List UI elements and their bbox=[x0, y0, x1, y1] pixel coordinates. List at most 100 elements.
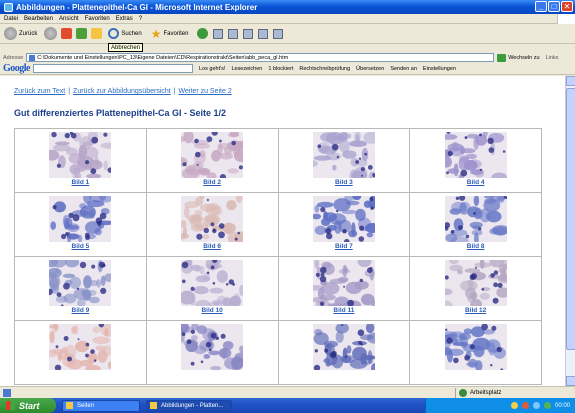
cytology-thumbnail[interactable] bbox=[49, 260, 112, 306]
tray-icon[interactable] bbox=[510, 402, 518, 409]
image-caption-link[interactable]: Bild 4 bbox=[410, 179, 541, 186]
home-icon[interactable] bbox=[91, 28, 103, 39]
link-back-to-text[interactable]: Zurück zum Text bbox=[14, 88, 65, 95]
cytology-thumbnail[interactable] bbox=[181, 196, 244, 242]
minimize-button[interactable]: _ bbox=[535, 1, 547, 12]
menu-item-ansicht[interactable]: Ansicht bbox=[59, 16, 79, 22]
refresh-icon[interactable] bbox=[76, 28, 88, 39]
image-caption-link[interactable]: Bild 11 bbox=[279, 307, 410, 314]
vertical-scrollbar[interactable] bbox=[565, 76, 575, 386]
start-button[interactable]: Start bbox=[0, 398, 56, 413]
print-icon[interactable] bbox=[228, 28, 239, 39]
image-caption-link[interactable]: Bild 10 bbox=[147, 307, 278, 314]
link-overview[interactable]: Zurück zur Abbildungsübersicht bbox=[73, 88, 171, 95]
translate-button[interactable]: Übersetzen bbox=[356, 66, 384, 72]
cytology-thumbnail[interactable] bbox=[181, 260, 244, 306]
tray-icon[interactable] bbox=[521, 402, 529, 409]
google-logo[interactable]: Google bbox=[3, 63, 31, 74]
cytology-thumbnail[interactable] bbox=[444, 132, 507, 178]
scroll-up-button[interactable] bbox=[566, 76, 575, 86]
google-go-button[interactable]: Los geht's! bbox=[199, 66, 225, 72]
tray-icon[interactable] bbox=[532, 402, 540, 409]
cytology-thumbnail[interactable] bbox=[49, 196, 112, 242]
cytology-thumbnail[interactable] bbox=[312, 324, 375, 370]
favorites-star-icon[interactable]: ★ bbox=[151, 28, 162, 40]
send-to-button[interactable]: Senden an bbox=[390, 66, 417, 72]
cytology-thumbnail[interactable] bbox=[444, 260, 507, 306]
taskbar-item-browser[interactable]: Abbildungen - Platten... bbox=[146, 399, 232, 412]
scroll-thumb[interactable] bbox=[566, 88, 575, 350]
maximize-button[interactable]: □ bbox=[548, 1, 560, 12]
image-caption-link[interactable]: Bild 6 bbox=[147, 243, 278, 250]
popup-blocked-button[interactable]: 1 blockiert bbox=[268, 66, 293, 72]
search-icon[interactable] bbox=[108, 28, 120, 39]
cytology-thumbnail[interactable] bbox=[181, 324, 244, 370]
folder-icon[interactable] bbox=[258, 28, 269, 39]
cytology-thumbnail[interactable] bbox=[312, 196, 375, 242]
back-label[interactable]: Zurück bbox=[19, 31, 37, 37]
bookmarks-button[interactable]: Lesezeichen bbox=[231, 66, 262, 72]
cytology-thumbnail[interactable] bbox=[49, 324, 112, 370]
link-next-page[interactable]: Weiter zu Seite 2 bbox=[179, 88, 232, 95]
edit-icon[interactable] bbox=[243, 28, 254, 39]
image-caption-link[interactable]: Bild 12 bbox=[410, 307, 541, 314]
forward-arrow-icon[interactable] bbox=[44, 27, 58, 40]
page-content: Zurück zum Text | Zurück zur Abbildungsübe… bbox=[0, 76, 565, 386]
title-bar[interactable]: Abbildungen - Plattenepithel-Ca GI - Mic… bbox=[0, 0, 575, 14]
scroll-down-button[interactable] bbox=[566, 376, 575, 386]
settings-button[interactable]: Einstellungen bbox=[423, 66, 456, 72]
menu-item-favoriten[interactable]: Favoriten bbox=[85, 16, 110, 22]
cytology-thumbnail[interactable] bbox=[444, 324, 507, 370]
address-value: C:\Dokumente und Einstellungen\PC_13\Eig… bbox=[37, 54, 289, 61]
taskbar-label: Abbildungen - Platten... bbox=[161, 402, 224, 409]
links-button[interactable]: Links bbox=[546, 55, 559, 61]
go-button[interactable]: Wechseln zu bbox=[497, 53, 540, 62]
image-caption-link[interactable]: Bild 8 bbox=[410, 243, 541, 250]
image-caption-link[interactable]: Bild 2 bbox=[147, 179, 278, 186]
tray-icon[interactable] bbox=[543, 402, 551, 409]
windows-flag-icon bbox=[6, 401, 15, 410]
cytology-thumbnail[interactable] bbox=[312, 132, 375, 178]
status-page-icon bbox=[3, 388, 11, 397]
address-input[interactable]: C:\Dokumente und Einstellungen\PC_13\Eig… bbox=[26, 53, 495, 62]
google-search-input[interactable] bbox=[33, 64, 193, 73]
cytology-thumbnail[interactable] bbox=[444, 196, 507, 242]
close-button[interactable]: ✕ bbox=[561, 1, 573, 12]
menu-item-extras[interactable]: Extras bbox=[116, 16, 133, 22]
ie-icon bbox=[4, 2, 13, 12]
search-label[interactable]: Suchen bbox=[121, 31, 141, 37]
image-caption-link[interactable]: Bild 3 bbox=[279, 179, 410, 186]
image-caption-link[interactable]: Bild 7 bbox=[279, 243, 410, 250]
messenger-icon[interactable] bbox=[273, 28, 284, 39]
menu-item-help[interactable]: ? bbox=[139, 16, 142, 22]
zone-label: Arbeitsplatz bbox=[470, 390, 502, 396]
image-caption-link[interactable]: Bild 9 bbox=[15, 307, 146, 314]
grid-cell: Bild 12 bbox=[409, 256, 542, 321]
image-caption-link[interactable]: Bild 1 bbox=[15, 179, 146, 186]
spellcheck-button[interactable]: Rechtschreibprüfung bbox=[299, 66, 350, 72]
cytology-thumbnail[interactable] bbox=[181, 132, 244, 178]
grid-row bbox=[14, 320, 542, 385]
taskbar-item-seiten[interactable]: Seiten bbox=[62, 399, 140, 412]
history-icon[interactable] bbox=[197, 28, 209, 39]
menu-item-datei[interactable]: Datei bbox=[4, 16, 18, 22]
tooltip: Abbrechen bbox=[108, 43, 144, 52]
favorites-label[interactable]: Favoriten bbox=[163, 31, 188, 37]
grid-cell bbox=[14, 320, 147, 385]
status-bar: Arbeitsplatz bbox=[0, 386, 575, 398]
cytology-thumbnail[interactable] bbox=[312, 260, 375, 306]
back-arrow-icon[interactable] bbox=[4, 27, 17, 40]
grid-row: Bild 5 Bild 6 Bild 7 Bild 8 bbox=[14, 192, 542, 257]
grid-cell: Bild 5 bbox=[14, 192, 147, 257]
stop-icon[interactable] bbox=[61, 28, 73, 39]
grid-cell: Bild 8 bbox=[409, 192, 542, 257]
image-caption-link[interactable]: Bild 5 bbox=[15, 243, 146, 250]
grid-cell: Bild 6 bbox=[145, 192, 279, 257]
grid-cell: Bild 2 bbox=[145, 128, 279, 193]
cytology-thumbnail[interactable] bbox=[49, 132, 112, 178]
security-zone: Arbeitsplatz bbox=[455, 388, 575, 398]
menu-item-bearbeiten[interactable]: Bearbeiten bbox=[24, 16, 53, 22]
ie-icon bbox=[150, 402, 157, 409]
address-bar: Adresse C:\Dokumente und Einstellungen\P… bbox=[0, 52, 575, 63]
mail-icon[interactable] bbox=[213, 28, 224, 39]
